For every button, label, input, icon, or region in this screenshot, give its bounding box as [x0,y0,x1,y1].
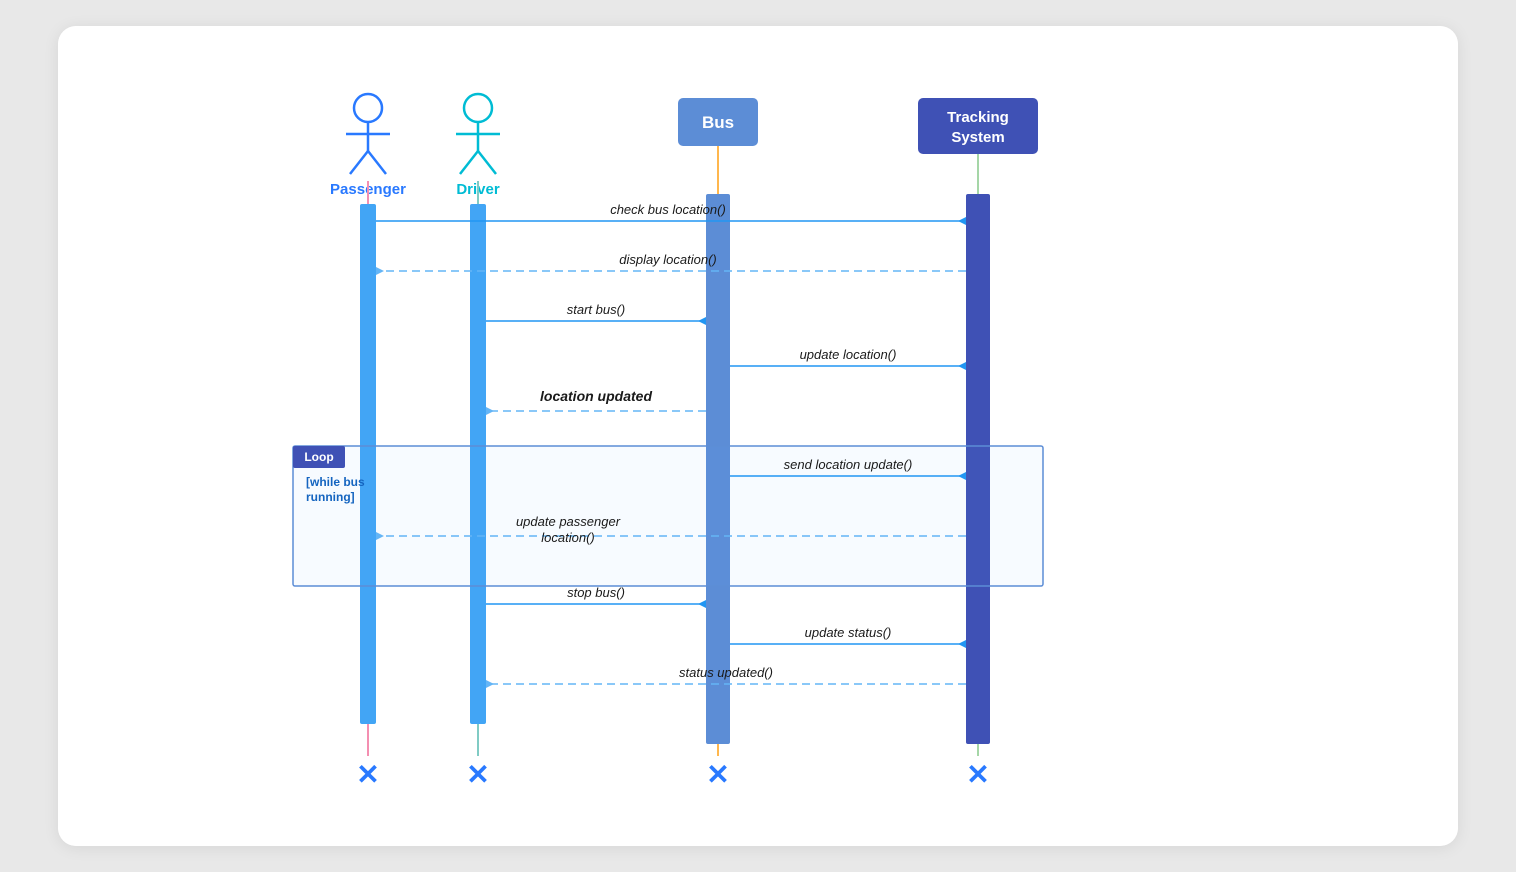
loop-label: Loop [304,450,333,464]
bus-label: Bus [702,113,734,132]
msg-location-updated-label: location updated [540,388,652,404]
msg-stop-bus-label: stop bus() [567,585,625,600]
msg-display-location-label: display location() [619,252,717,267]
driver-end: ✕ [466,759,489,790]
tracking-end: ✕ [966,759,989,790]
msg-send-location-update-label: send location update() [784,457,913,472]
loop-condition-line2: running] [306,490,355,504]
msg-start-bus-label: start bus() [567,302,626,317]
msg-update-location-label: update location() [800,347,897,362]
tracking-label-line2: System [951,129,1004,146]
msg-update-passenger-location-label-2: location() [541,530,594,545]
msg-status-updated-label: status updated() [679,665,773,680]
msg-update-passenger-location-label-1: update passenger [516,514,621,529]
loop-frame [293,446,1043,586]
msg-check-bus-location-label: check bus location() [610,202,726,217]
loop-condition-line1: [while bus [306,475,365,489]
actor-tracking: Tracking System [918,98,1038,154]
passenger-end: ✕ [356,759,379,790]
tracking-label-line1: Tracking [947,109,1009,126]
actor-bus: Bus [678,98,758,146]
diagram-container: Passenger Driver Bus Tracking System [58,26,1458,846]
msg-update-status-label: update status() [805,625,892,640]
bus-end: ✕ [706,759,729,790]
